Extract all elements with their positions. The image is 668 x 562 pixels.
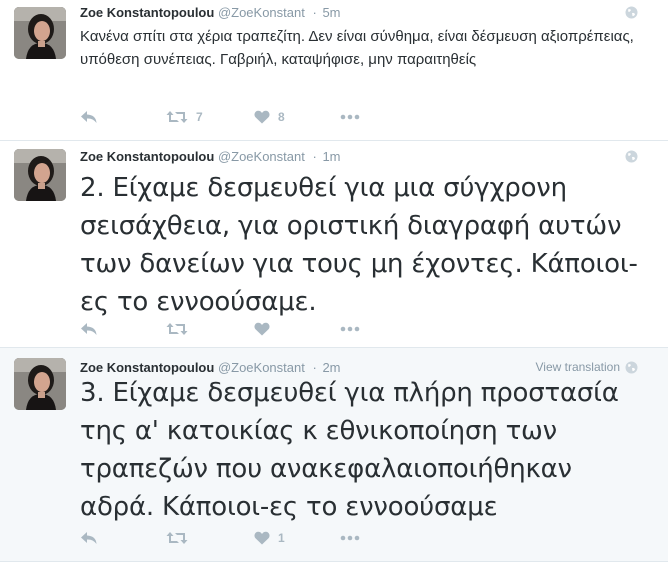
author-handle[interactable]: @ZoeKonstant <box>218 149 305 164</box>
timestamp[interactable]: 2m <box>322 360 340 375</box>
author-handle[interactable]: @ZoeKonstant <box>218 5 305 20</box>
retweet-icon <box>166 531 188 545</box>
more-icon <box>340 535 360 541</box>
time-separator: · <box>312 360 317 375</box>
retweet-count: 7 <box>196 110 203 124</box>
heart-icon <box>254 110 270 124</box>
globe-icon[interactable] <box>625 150 638 163</box>
tweet[interactable]: Zoe Konstantopoulou @ZoeKonstant · 5m Κα… <box>0 0 668 141</box>
author-name[interactable]: Zoe Konstantopoulou <box>80 149 214 164</box>
reply-button[interactable] <box>80 322 166 336</box>
retweet-button[interactable] <box>166 531 254 545</box>
time-separator: · <box>312 5 317 20</box>
view-translation-link[interactable]: View translation <box>536 360 621 374</box>
tweet-text: Κανένα σπίτι στα χέρια τραπεζίτη. Δεν εί… <box>80 28 634 68</box>
like-count: 8 <box>278 110 285 124</box>
tweet[interactable]: Zoe Konstantopoulou @ZoeKonstant · 1m 2.… <box>0 141 668 348</box>
like-count: 1 <box>278 531 285 545</box>
like-button[interactable] <box>254 322 340 336</box>
author-name[interactable]: Zoe Konstantopoulou <box>80 360 214 375</box>
globe-icon[interactable] <box>625 361 638 374</box>
time-separator: · <box>312 149 317 164</box>
reply-icon <box>80 531 98 545</box>
retweet-button[interactable]: 7 <box>166 110 254 124</box>
timestamp[interactable]: 5m <box>322 5 340 20</box>
avatar[interactable] <box>14 358 66 410</box>
like-button[interactable]: 8 <box>254 110 340 124</box>
retweet-button[interactable] <box>166 322 254 336</box>
author-handle[interactable]: @ZoeKonstant <box>218 360 305 375</box>
tweet-actions <box>80 319 370 339</box>
avatar[interactable] <box>14 149 66 201</box>
tweet-actions: 1 <box>80 528 370 548</box>
avatar[interactable] <box>14 7 66 59</box>
tweet-text: 2. Είχαμε δεσμευθεί για μια σύγχρονη σει… <box>80 173 638 317</box>
reply-button[interactable] <box>80 110 166 124</box>
reply-icon <box>80 110 98 124</box>
author-name[interactable]: Zoe Konstantopoulou <box>80 5 214 20</box>
timestamp[interactable]: 1m <box>322 149 340 164</box>
reply-icon <box>80 322 98 336</box>
more-button[interactable] <box>340 326 370 332</box>
more-button[interactable] <box>340 114 370 120</box>
retweet-icon <box>166 322 188 336</box>
tweet-text: 3. Είχαμε δεσμευθεί για πλήρη προστασία … <box>80 378 619 522</box>
tweet-actions: 7 8 <box>80 107 370 127</box>
globe-icon[interactable] <box>625 6 638 19</box>
heart-icon <box>254 322 270 336</box>
tweet[interactable]: Zoe Konstantopoulou @ZoeKonstant · 2m Vi… <box>0 348 668 562</box>
more-icon <box>340 114 360 120</box>
reply-button[interactable] <box>80 531 166 545</box>
like-button[interactable]: 1 <box>254 531 340 545</box>
more-icon <box>340 326 360 332</box>
heart-icon <box>254 531 270 545</box>
retweet-icon <box>166 110 188 124</box>
more-button[interactable] <box>340 535 370 541</box>
